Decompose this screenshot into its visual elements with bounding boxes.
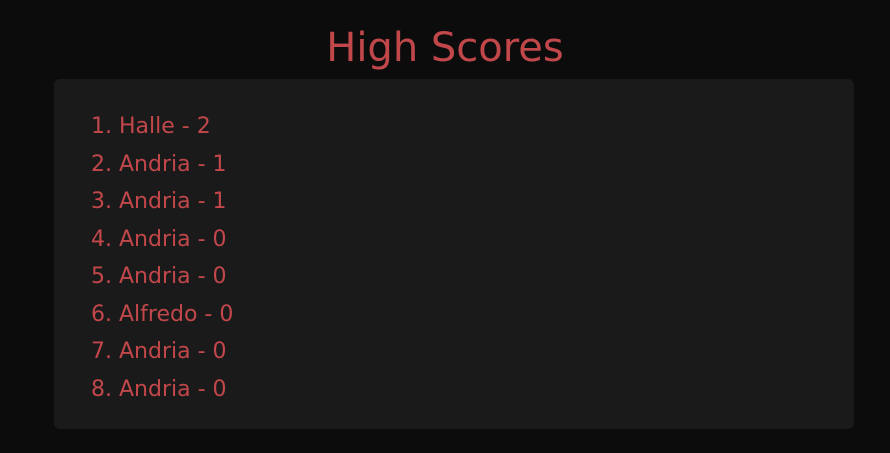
score-rank: 7. [91, 339, 112, 364]
player-name: Andria [119, 339, 191, 364]
player-score: 0 [212, 226, 227, 252]
score-entry: 5. Andria - 0 [91, 264, 227, 289]
score-rank: 1. [91, 114, 112, 139]
scores-panel: 1. Halle - 2 2. Andria - 1 3. Andria - 1… [54, 79, 854, 429]
score-rank: 5. [91, 264, 112, 289]
score-rank: 6. [91, 301, 112, 327]
player-score: 1 [212, 151, 227, 177]
score-entry: 2. Andria - 1 [91, 151, 227, 177]
score-entry: 7. Andria - 0 [91, 339, 227, 364]
player-score: 2 [196, 114, 211, 139]
player-name: Andria [119, 151, 191, 177]
score-entry: 1. Halle - 2 [91, 114, 211, 139]
player-name: Halle [119, 114, 175, 139]
page-title: High Scores [326, 25, 564, 71]
player-name: Alfredo [119, 301, 198, 327]
high-scores-screen: High Scores 1. Halle - 2 2. Andria - 1 3… [0, 0, 890, 453]
score-rank: 8. [91, 376, 112, 402]
player-score: 0 [212, 376, 227, 402]
score-list: 1. Halle - 2 2. Andria - 1 3. Andria - 1… [91, 108, 233, 408]
player-score: 0 [212, 264, 227, 289]
player-score: 0 [219, 301, 234, 327]
player-name: Andria [119, 189, 191, 214]
player-name: Andria [119, 376, 191, 402]
player-score: 1 [212, 189, 227, 214]
score-entry: 6. Alfredo - 0 [91, 301, 234, 327]
score-entry: 3. Andria - 1 [91, 189, 227, 214]
score-rank: 3. [91, 189, 112, 214]
player-name: Andria [119, 226, 191, 252]
score-entry: 4. Andria - 0 [91, 226, 227, 252]
score-rank: 2. [91, 151, 112, 177]
player-score: 0 [212, 339, 227, 364]
player-name: Andria [119, 264, 191, 289]
score-entry: 8. Andria - 0 [91, 376, 227, 402]
score-rank: 4. [91, 226, 112, 252]
